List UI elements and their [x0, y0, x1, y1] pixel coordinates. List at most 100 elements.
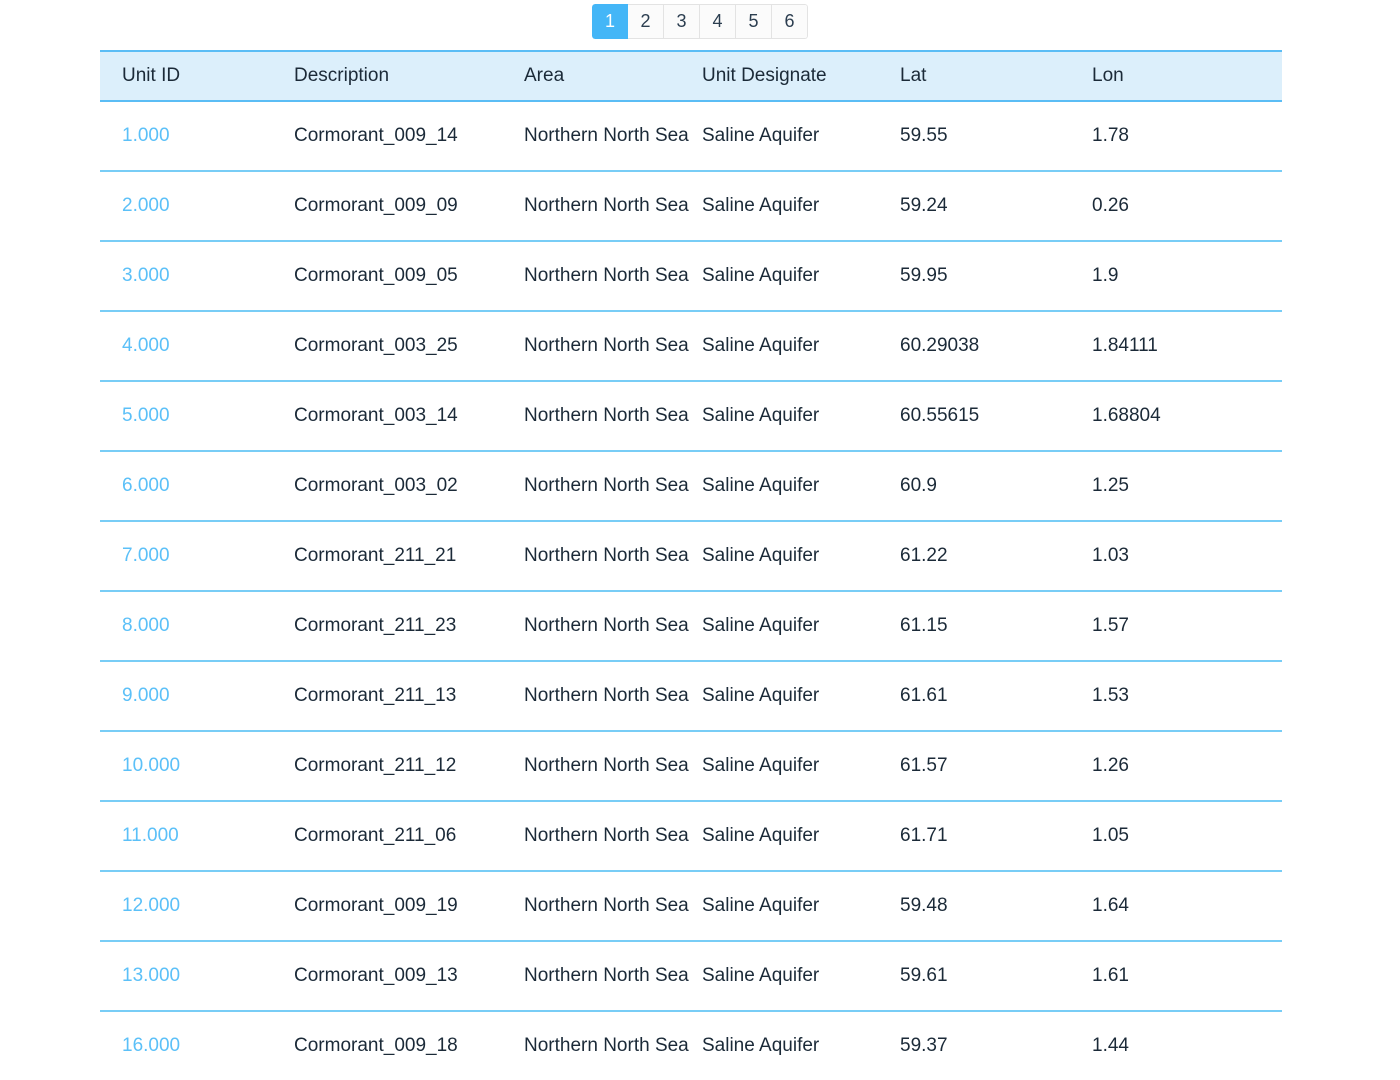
- table-row[interactable]: 5.000 Cormorant_003_14 Northern North Sea S…: [100, 381, 1282, 452]
- cell-unit-designate: Saline Aquifer: [690, 731, 889, 802]
- cell-unit-id[interactable]: 4.000: [100, 311, 286, 382]
- cell-unit-id[interactable]: 10.000: [100, 731, 286, 802]
- cell-area: Northern North Sea: [501, 171, 690, 242]
- cell-area-text: Northern North Sea: [524, 335, 689, 357]
- cell-unit-id[interactable]: 11.000: [100, 801, 286, 872]
- table-row[interactable]: 6.000 Cormorant_003_02 Northern North Sea S…: [100, 451, 1282, 522]
- table-row[interactable]: 7.000 Cormorant_211_21 Northern North Sea S…: [100, 521, 1282, 592]
- cell-description: Cormorant_003_25: [286, 311, 501, 382]
- cell-area-text: Northern North Sea: [524, 615, 689, 637]
- pagination: 123456: [0, 4, 1400, 39]
- cell-unit-id[interactable]: 12.000: [100, 871, 286, 942]
- table-row[interactable]: 16.000 Cormorant_009_18 Northern North Sea…: [100, 1011, 1282, 1080]
- cell-area-text: Northern North Sea: [524, 685, 689, 707]
- cell-description: Cormorant_211_13: [286, 661, 501, 732]
- cell-area-text: Northern North Sea: [524, 965, 689, 987]
- cell-unit-id[interactable]: 1.000: [100, 101, 286, 172]
- cell-unit-id[interactable]: 16.000: [100, 1011, 286, 1080]
- cell-lon-text: 0.26: [1092, 195, 1129, 216]
- cell-unit-id[interactable]: 6.000: [100, 451, 286, 522]
- cell-lat: 59.95: [889, 241, 1085, 312]
- table-row[interactable]: 2.000 Cormorant_009_09 Northern North Sea S…: [100, 171, 1282, 242]
- cell-lat-text: 59.55: [900, 125, 948, 146]
- table-row[interactable]: 12.000 Cormorant_009_19 Northern North Sea…: [100, 871, 1282, 942]
- pagination-page-3[interactable]: 3: [664, 4, 700, 39]
- table-header: Unit ID Description Area Unit Designate …: [100, 50, 1282, 102]
- cell-area: Northern North Sea: [501, 1011, 690, 1080]
- cell-lon: 1.44: [1085, 1011, 1282, 1080]
- cell-unit-id[interactable]: 8.000: [100, 591, 286, 662]
- cell-description: Cormorant_211_21: [286, 521, 501, 592]
- cell-area: Northern North Sea: [501, 381, 690, 452]
- column-header-lon-label: Lon: [1092, 65, 1124, 86]
- cell-area: Northern North Sea: [501, 871, 690, 942]
- cell-unit-id[interactable]: 3.000: [100, 241, 286, 312]
- pagination-page-6[interactable]: 6: [772, 4, 808, 39]
- table-row[interactable]: 8.000 Cormorant_211_23 Northern North Sea S…: [100, 591, 1282, 662]
- column-header-lon[interactable]: Lon: [1085, 50, 1282, 102]
- cell-lat: 59.61: [889, 941, 1085, 1012]
- cell-lat-text: 59.37: [900, 1035, 948, 1056]
- column-header-unit-designate[interactable]: Unit Designate: [690, 50, 889, 102]
- cell-unit-designate-text: Saline Aquifer: [702, 825, 820, 846]
- cell-lat-text: 60.29038: [900, 335, 980, 356]
- cell-area-text: Northern North Sea: [524, 545, 689, 567]
- table-row[interactable]: 1.000 Cormorant_009_14 Northern North Sea S…: [100, 101, 1282, 172]
- cell-unit-designate: Saline Aquifer: [690, 801, 889, 872]
- cell-area-text: Northern North Sea: [524, 895, 689, 917]
- cell-unit-designate: Saline Aquifer: [690, 381, 889, 452]
- cell-lon-text: 1.25: [1092, 475, 1129, 496]
- column-header-lat[interactable]: Lat: [889, 50, 1085, 102]
- cell-unit-designate-text: Saline Aquifer: [702, 965, 820, 986]
- cell-area: Northern North Sea: [501, 591, 690, 662]
- cell-area-text: Northern North Sea: [524, 755, 689, 777]
- cell-description: Cormorant_211_06: [286, 801, 501, 872]
- cell-lat: 61.15: [889, 591, 1085, 662]
- cell-unit-id-text: 5.000: [122, 405, 170, 426]
- cell-unit-id[interactable]: 13.000: [100, 941, 286, 1012]
- cell-unit-id[interactable]: 7.000: [100, 521, 286, 592]
- cell-description-text: Cormorant_009_18: [294, 1035, 458, 1056]
- cell-unit-designate: Saline Aquifer: [690, 871, 889, 942]
- pagination-page-4[interactable]: 4: [700, 4, 736, 39]
- cell-lon-text: 1.05: [1092, 825, 1129, 846]
- cell-lat-text: 61.22: [900, 545, 948, 566]
- cell-lon: 1.68804: [1085, 381, 1282, 452]
- cell-unit-designate: Saline Aquifer: [690, 591, 889, 662]
- cell-lat-text: 59.61: [900, 965, 948, 986]
- cell-area: Northern North Sea: [501, 731, 690, 802]
- cell-description-text: Cormorant_003_25: [294, 335, 458, 356]
- cell-lat: 60.29038: [889, 311, 1085, 382]
- cell-lat-text: 60.55615: [900, 405, 980, 426]
- cell-lon: 1.53: [1085, 661, 1282, 732]
- cell-unit-id[interactable]: 2.000: [100, 171, 286, 242]
- column-header-description[interactable]: Description: [286, 50, 501, 102]
- table-row[interactable]: 13.000 Cormorant_009_13 Northern North Sea…: [100, 941, 1282, 1012]
- cell-unit-id-text: 8.000: [122, 615, 170, 636]
- table-row[interactable]: 9.000 Cormorant_211_13 Northern North Sea S…: [100, 661, 1282, 732]
- cell-lon-text: 1.64: [1092, 895, 1129, 916]
- cell-unit-id-text: 9.000: [122, 685, 170, 706]
- pagination-page-2[interactable]: 2: [628, 4, 664, 39]
- pagination-page-1[interactable]: 1: [592, 4, 628, 39]
- column-header-unit-id[interactable]: Unit ID: [100, 50, 286, 102]
- cell-description: Cormorant_009_19: [286, 871, 501, 942]
- cell-description-text: Cormorant_009_19: [294, 895, 458, 916]
- pagination-page-5[interactable]: 5: [736, 4, 772, 39]
- column-header-area[interactable]: Area: [501, 50, 690, 102]
- cell-lat: 61.61: [889, 661, 1085, 732]
- cell-unit-id[interactable]: 9.000: [100, 661, 286, 732]
- cell-area-text: Northern North Sea: [524, 405, 689, 427]
- table-row[interactable]: 10.000 Cormorant_211_12 Northern North Sea…: [100, 731, 1282, 802]
- results-table: Unit ID Description Area Unit Designate …: [100, 50, 1282, 1080]
- cell-description: Cormorant_211_12: [286, 731, 501, 802]
- cell-unit-designate-text: Saline Aquifer: [702, 125, 820, 146]
- table-row[interactable]: 11.000 Cormorant_211_06 Northern North Sea…: [100, 801, 1282, 872]
- cell-unit-designate: Saline Aquifer: [690, 451, 889, 522]
- cell-lat: 61.22: [889, 521, 1085, 592]
- cell-unit-id[interactable]: 5.000: [100, 381, 286, 452]
- table-row[interactable]: 3.000 Cormorant_009_05 Northern North Sea S…: [100, 241, 1282, 312]
- cell-lon-text: 1.53: [1092, 685, 1129, 706]
- cell-unit-designate-text: Saline Aquifer: [702, 335, 820, 356]
- table-row[interactable]: 4.000 Cormorant_003_25 Northern North Sea S…: [100, 311, 1282, 382]
